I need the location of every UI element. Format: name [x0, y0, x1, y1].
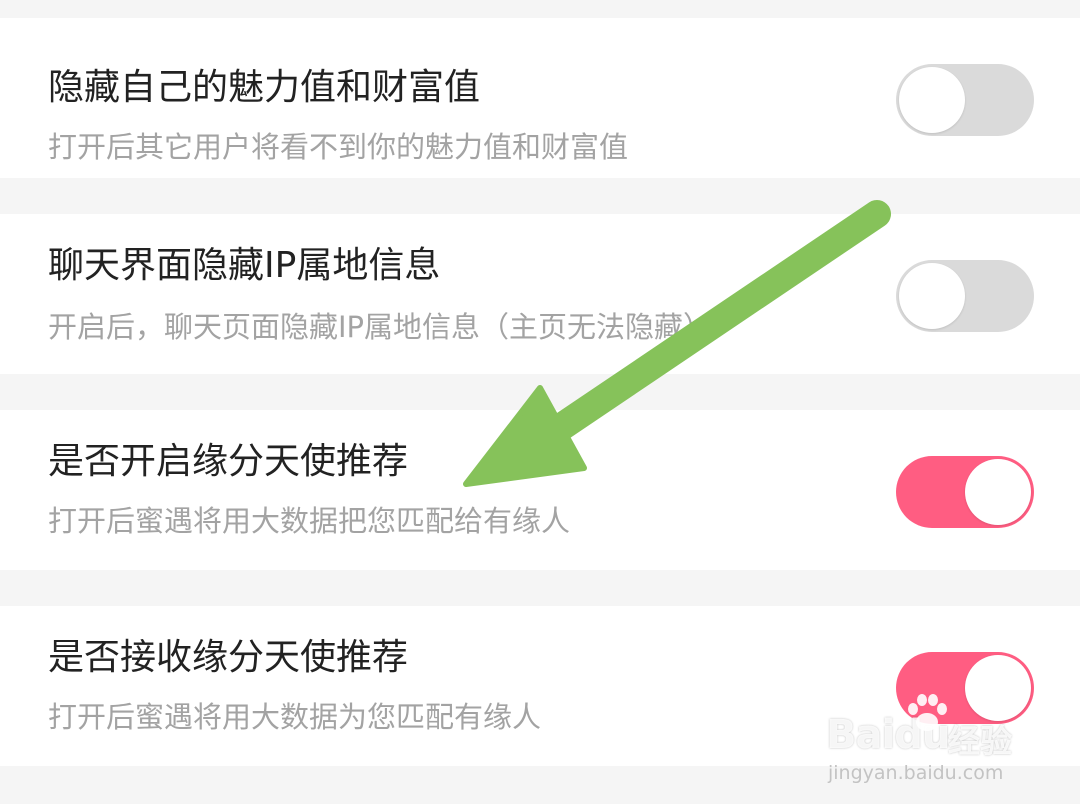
baidu-watermark: Baidu 经验 jingyan.baidu.com	[826, 694, 1026, 792]
toggle-knob	[899, 263, 965, 329]
setting-title: 是否接收缘分天使推荐	[48, 637, 409, 678]
setting-row-hide-charm: 隐藏自己的魅力值和财富值 打开后其它用户将看不到你的魅力值和财富值	[0, 18, 1080, 178]
paw-icon	[908, 694, 947, 731]
toggle-switch-hide-charm[interactable]	[896, 64, 1034, 136]
setting-description: 打开后蜜遇将用大数据把您匹配给有缘人	[48, 504, 571, 538]
toggle-switch-enable-recommend[interactable]	[896, 456, 1034, 528]
setting-description: 开启后，聊天页面隐藏IP属地信息（主页无法隐藏）	[48, 310, 713, 344]
setting-title: 隐藏自己的魅力值和财富值	[48, 67, 481, 108]
setting-description: 打开后其它用户将看不到你的魅力值和财富值	[48, 130, 629, 164]
baidu-jingyan-text: 经验	[948, 722, 1013, 760]
setting-row-enable-recommend: 是否开启缘分天使推荐 打开后蜜遇将用大数据把您匹配给有缘人	[0, 410, 1080, 570]
watermark-url: jingyan.baidu.com	[828, 762, 1004, 784]
setting-title: 聊天界面隐藏IP属地信息	[48, 245, 441, 286]
toggle-switch-hide-ip[interactable]	[896, 260, 1034, 332]
setting-description: 打开后蜜遇将用大数据为您匹配有缘人	[48, 700, 542, 734]
toggle-knob	[899, 67, 965, 133]
setting-row-hide-ip: 聊天界面隐藏IP属地信息 开启后，聊天页面隐藏IP属地信息（主页无法隐藏）	[0, 214, 1080, 374]
toggle-knob	[965, 459, 1031, 525]
setting-title: 是否开启缘分天使推荐	[48, 441, 409, 482]
